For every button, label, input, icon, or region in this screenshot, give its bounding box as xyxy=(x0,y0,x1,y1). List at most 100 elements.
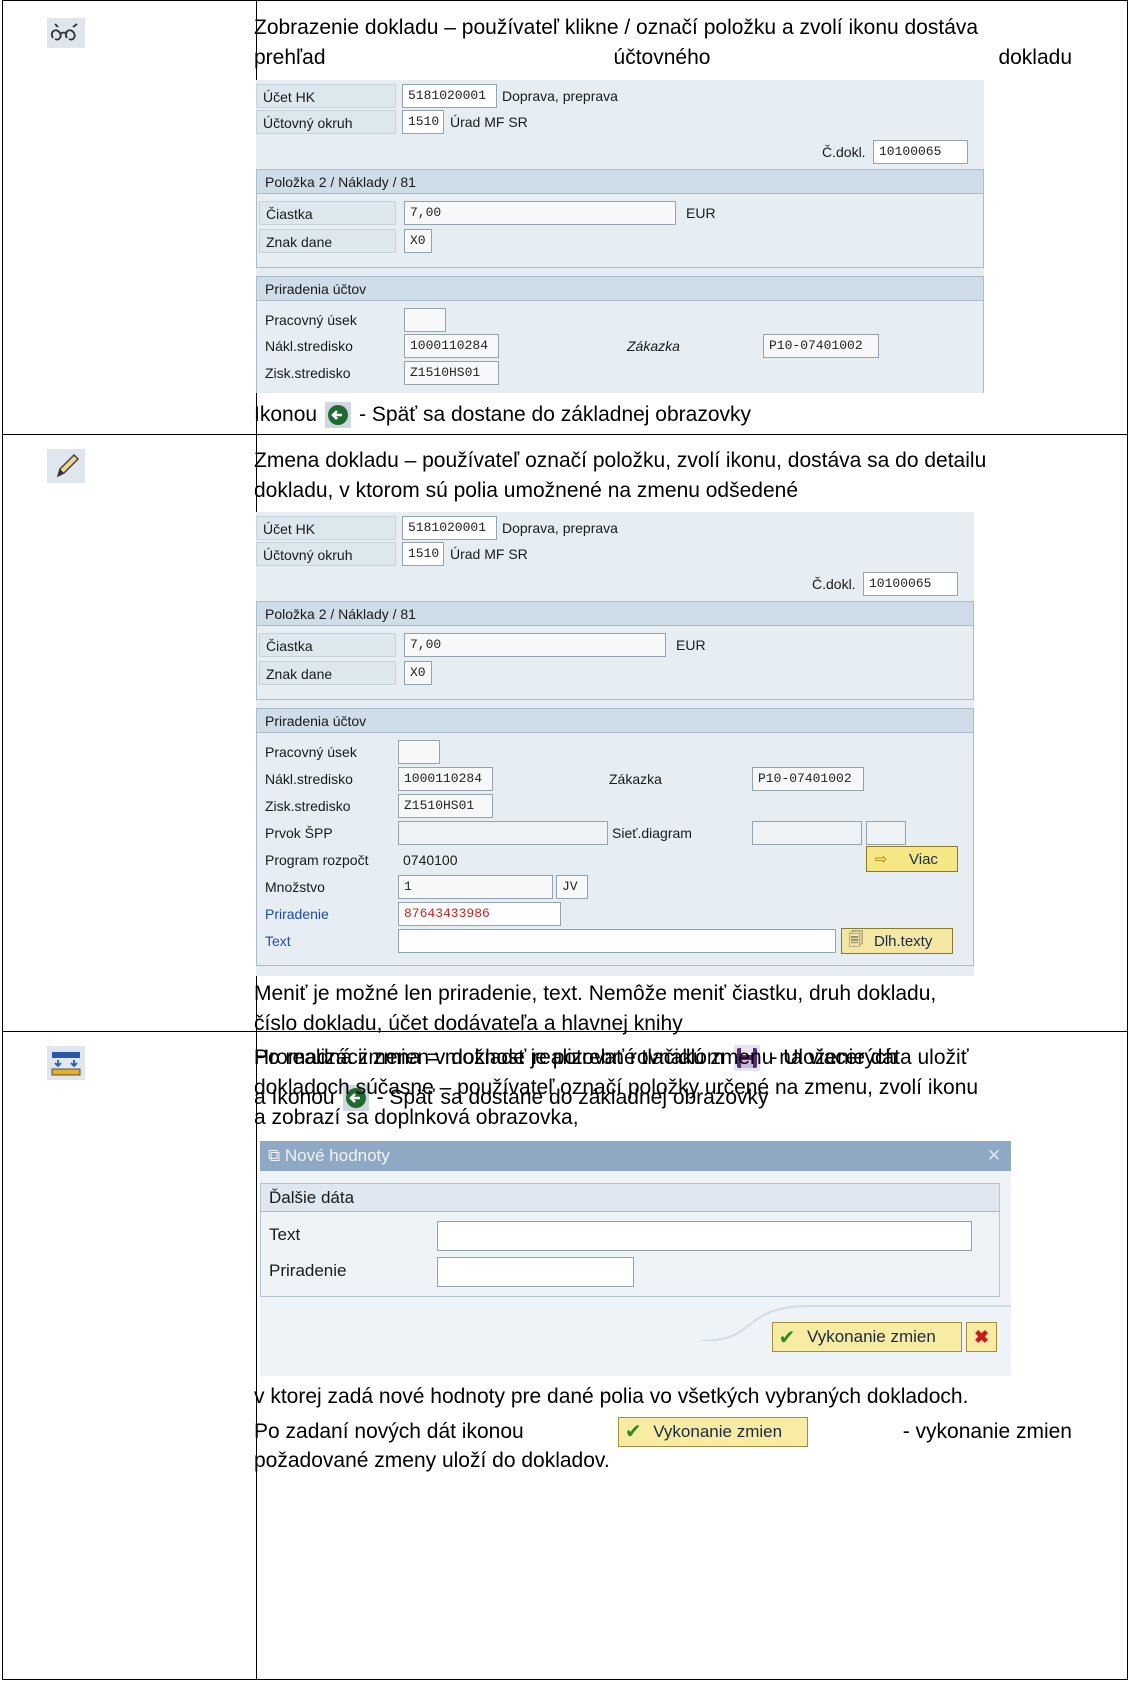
display-document-screen: Účet HK 5181020001 Doprava, preprava Účt… xyxy=(256,80,984,393)
row3-para2: Po zadaní nových dát ikonou ✔ Vykonanie … xyxy=(254,1414,1072,1450)
pracovny-usek-label: Pracovný úsek xyxy=(265,312,357,328)
nakl-stredisko-field: 1000110284 xyxy=(404,334,499,358)
back-icon[interactable] xyxy=(325,402,352,428)
row3-para3: požadované zmeny uloží do dokladov. xyxy=(254,1449,610,1472)
mass-change-icon[interactable] xyxy=(45,1042,87,1084)
znak-dane-field: X0 xyxy=(404,229,432,253)
okruh-field: 1510 xyxy=(402,110,444,134)
ucet-hk-field: 5181020001 xyxy=(402,516,497,540)
okruh-field: 1510 xyxy=(402,542,444,566)
priradenie-field[interactable]: 87643433986 xyxy=(398,902,561,926)
para-line: číslo dokladu, účet dodávateľa a hlavnej… xyxy=(254,1012,683,1035)
prvok-spp-label: Prvok ŠPP xyxy=(265,825,333,841)
row2-description: Zmena dokladu – používateľ označí položk… xyxy=(254,446,1072,506)
siet-diagram-label: Sieť.diagram xyxy=(612,825,692,841)
polozka-group: Položka 2 / Náklady / 81 Čiastka 7,00 EU… xyxy=(256,601,974,700)
okruh-description: Úrad MF SR xyxy=(450,546,528,562)
zakazka-field: P10-07401002 xyxy=(752,767,864,791)
mnozstvo-field: 1 xyxy=(398,875,553,899)
para2-suffix: - vykonanie zmien xyxy=(902,1420,1072,1443)
nakl-stredisko-label: Nákl.stredisko xyxy=(265,771,353,787)
cdokl-field: 10100065 xyxy=(873,140,968,164)
group-title: Ďalšie dáta xyxy=(261,1184,999,1212)
prvok-spp-field xyxy=(398,821,608,845)
ucet-hk-label: Účet HK xyxy=(256,84,396,108)
cdokl-label: Č.dokl. xyxy=(812,576,856,592)
text-field[interactable] xyxy=(437,1221,972,1251)
priradenia-group: Priradenia účtov Pracovný úsek Nákl.stre… xyxy=(256,708,974,966)
glasses-icon[interactable] xyxy=(45,12,87,54)
pencil-icon[interactable] xyxy=(45,445,87,487)
nakl-stredisko-label: Nákl.stredisko xyxy=(265,338,353,354)
change-document-screen: Účet HK 5181020001 Doprava, preprava Účt… xyxy=(256,512,974,976)
ucet-hk-field: 5181020001 xyxy=(402,84,497,108)
desc-word: dokladu xyxy=(998,46,1072,69)
program-rozpoct-value: 0740100 xyxy=(403,852,458,868)
desc-word: účtovného xyxy=(613,46,711,69)
okruh-description: Úrad MF SR xyxy=(450,114,528,130)
ucet-hk-label: Účet HK xyxy=(256,516,396,540)
zisk-stredisko-field: Z1510HS01 xyxy=(404,361,499,385)
currency-label: EUR xyxy=(686,205,716,221)
dialog-titlebar: ⧉ Nové hodnoty ✕ xyxy=(260,1141,1011,1171)
execute-changes-label: Vykonanie zmien xyxy=(653,1422,783,1441)
priradenie-label: Priradenie xyxy=(269,1261,347,1280)
zakazka-label: Zákazka xyxy=(627,338,680,354)
polozka-group-title: Položka 2 / Náklady / 81 xyxy=(257,170,983,194)
long-texts-button-label: Dlh.texty xyxy=(874,932,933,950)
desc-word: prehľad xyxy=(254,46,326,69)
polozka-group: Položka 2 / Náklady / 81 Čiastka 7,00 EU… xyxy=(256,169,984,268)
viac-button[interactable]: ⇨ Viac xyxy=(866,846,958,872)
footer-prefix: Ikonou xyxy=(254,403,318,426)
priradenie-label: Priradenie xyxy=(265,906,329,922)
new-values-dialog: ⧉ Nové hodnoty ✕ Ďalšie dáta Text Prirad… xyxy=(260,1141,1011,1376)
execute-changes-button[interactable]: ✔ Vykonanie zmien xyxy=(772,1322,962,1352)
execute-changes-inline-button[interactable]: ✔ Vykonanie zmien xyxy=(618,1417,809,1447)
footer-suffix: - Späť sa dostane do základnej obrazovky xyxy=(359,403,752,426)
desc-line: Hromadná zmena = možnosť realizovať rovn… xyxy=(254,1046,898,1069)
cancel-icon[interactable]: ✖ xyxy=(966,1322,997,1352)
ciastka-label: Čiastka xyxy=(259,201,396,225)
row3-description: Hromadná zmena = možnosť realizovať rovn… xyxy=(254,1043,1072,1133)
arrow-right-icon: ⇨ xyxy=(874,851,888,868)
dialog-icon: ⧉ xyxy=(268,1146,281,1165)
desc-line: dokladoch súčasne – používateľ označí po… xyxy=(254,1076,979,1099)
pracovny-usek-label: Pracovný úsek xyxy=(265,744,357,760)
nakl-stredisko-field: 1000110284 xyxy=(398,767,493,791)
dialog-title: Nové hodnoty xyxy=(284,1146,390,1165)
row-divider xyxy=(3,434,1127,435)
ciastka-label: Čiastka xyxy=(259,633,396,657)
desc-line: Zobrazenie dokladu – používateľ klikne /… xyxy=(254,16,979,39)
checkmark-icon: ✔ xyxy=(778,1326,796,1349)
priradenie-field[interactable] xyxy=(437,1257,634,1287)
currency-label: EUR xyxy=(676,637,706,653)
para-line: Meniť je možné len priradenie, text. Nem… xyxy=(254,982,937,1005)
desc-line: Zmena dokladu – používateľ označí položk… xyxy=(254,449,987,472)
row1-footer: Ikonou - Späť sa dostane do základnej ob… xyxy=(254,400,751,430)
znak-dane-label: Znak dane xyxy=(259,229,396,253)
long-texts-button[interactable]: 🗐 Dlh.texty xyxy=(841,928,953,954)
znak-dane-field: X0 xyxy=(404,661,432,685)
ucet-hk-description: Doprava, preprava xyxy=(502,520,618,536)
row2-para1: Meniť je možné len priradenie, text. Nem… xyxy=(254,979,1072,1039)
ciastka-field: 7,00 xyxy=(404,201,676,225)
long-text-icon: 🗐 xyxy=(848,930,864,948)
para2-prefix: Po zadaní nových dát ikonou xyxy=(254,1420,524,1443)
checkmark-icon: ✔ xyxy=(624,1421,642,1443)
cdokl-label: Č.dokl. xyxy=(822,144,866,160)
desc-line: a zobrazí sa doplnková obrazovka, xyxy=(254,1106,579,1129)
okruh-label: Účtovný okruh xyxy=(256,110,396,134)
text-field[interactable] xyxy=(398,929,836,953)
priradenia-group: Priradenia účtov Pracovný úsek Nákl.stre… xyxy=(256,276,984,393)
siet-diagram-sub-field xyxy=(866,821,906,845)
desc-line: dokladu, v ktorom sú polia umožnené na z… xyxy=(254,479,799,502)
zakazka-field: P10-07401002 xyxy=(763,334,879,358)
zisk-stredisko-field: Z1510HS01 xyxy=(398,794,493,818)
mnozstvo-label: Množstvo xyxy=(265,879,325,895)
polozka-group-title: Položka 2 / Náklady / 81 xyxy=(257,602,973,626)
ciastka-field: 7,00 xyxy=(404,633,666,657)
zakazka-label: Zákazka xyxy=(609,771,662,787)
text-label: Text xyxy=(265,933,291,949)
pracovny-usek-field xyxy=(398,740,440,764)
close-icon[interactable]: ✕ xyxy=(983,1145,1005,1167)
